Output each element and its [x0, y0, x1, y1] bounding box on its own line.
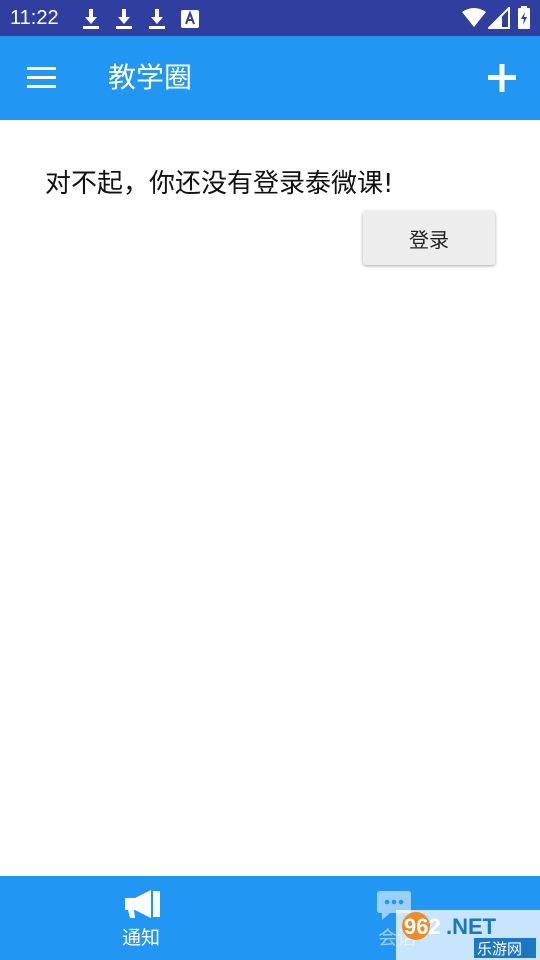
svg-text:乐游网: 乐游网 — [477, 940, 522, 958]
app-toolbar: 教学圈 — [0, 36, 540, 120]
login-button[interactable]: 登录 — [363, 211, 495, 265]
menu-button[interactable] — [22, 60, 62, 96]
svg-text:962: 962 — [404, 914, 441, 939]
download-icon — [149, 9, 165, 29]
text-a-icon — [181, 10, 199, 28]
nav-item-notice[interactable]: 通知 — [0, 876, 270, 960]
status-time: 11:22 — [10, 7, 59, 29]
hamburger-menu-icon — [27, 67, 56, 88]
plus-icon — [488, 64, 516, 92]
cell-signal-icon — [488, 7, 510, 29]
status-bar: 11:22 — [0, 0, 540, 36]
wifi-icon — [462, 8, 486, 27]
download-icon — [116, 9, 132, 29]
watermark-logo: 962 .NET 乐游网 — [396, 910, 540, 960]
svg-text:.NET: .NET — [446, 914, 497, 939]
nav-label-notice: 通知 — [122, 927, 161, 949]
not-logged-in-message: 对不起，你还没有登录泰微课! — [45, 169, 394, 199]
download-icon — [83, 9, 99, 29]
page-title: 教学圈 — [108, 61, 193, 94]
add-button[interactable] — [482, 58, 522, 98]
megaphone-icon — [125, 890, 160, 918]
battery-icon — [518, 6, 530, 29]
